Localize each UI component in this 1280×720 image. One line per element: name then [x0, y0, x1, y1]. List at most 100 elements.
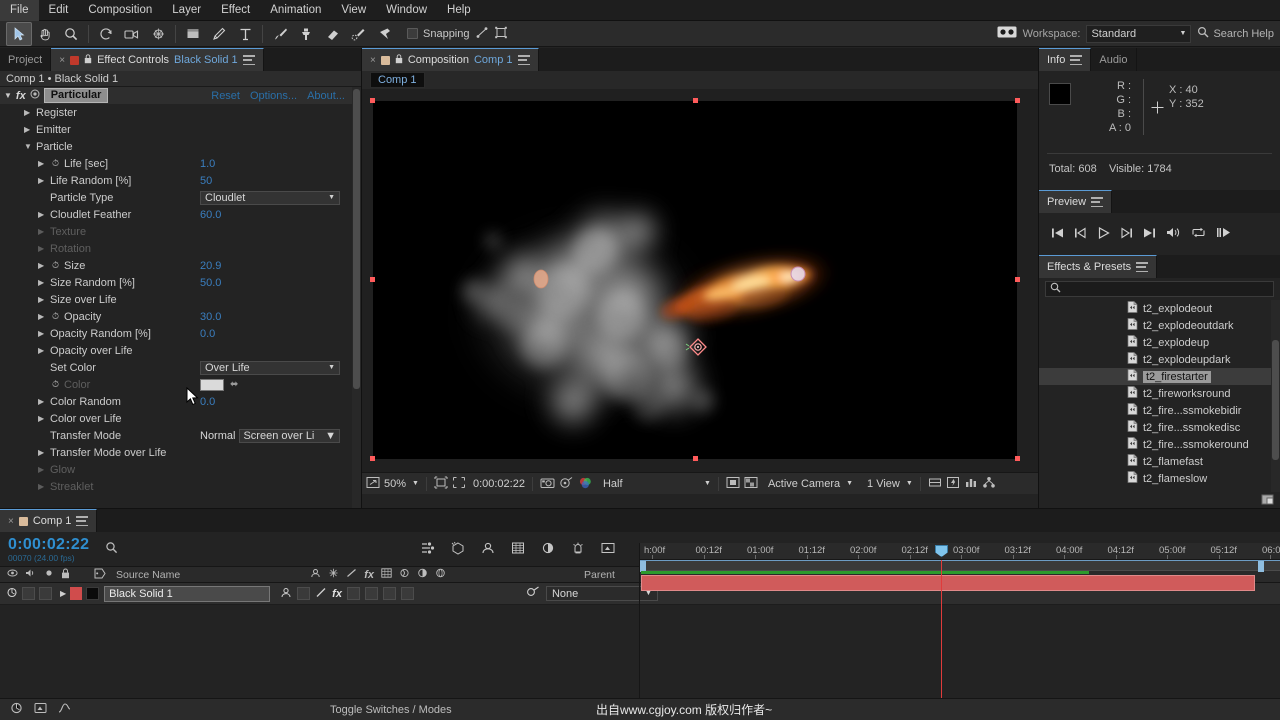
hide-shy-layers-icon[interactable]: [480, 541, 496, 558]
twirl-right-icon[interactable]: ▶: [38, 482, 47, 491]
param-value[interactable]: 60.0: [200, 209, 221, 221]
composition-crumb[interactable]: Comp 1: [370, 72, 425, 88]
param-value[interactable]: 20.9: [200, 260, 221, 272]
selection-tool-icon[interactable]: [6, 21, 32, 46]
effect-param-row[interactable]: ▶ Glow: [0, 461, 361, 478]
tab-project[interactable]: Project: [0, 48, 52, 71]
new-folder-icon[interactable]: [1261, 493, 1274, 508]
pan-behind-tool-icon[interactable]: [145, 22, 171, 46]
twirl-right-icon[interactable]: ▶: [38, 176, 47, 185]
effect-param-row[interactable]: ▶ Rotation: [0, 240, 361, 257]
twirl-right-icon[interactable]: ▶: [38, 465, 47, 474]
stopwatch-icon[interactable]: ⏱: [50, 158, 61, 169]
effects-preset-item[interactable]: t2_fireworksround: [1039, 385, 1280, 402]
effects-presets-search-input[interactable]: [1045, 281, 1274, 297]
tab-effect-controls[interactable]: × Effect Controls Black Solid 1: [51, 48, 264, 71]
effect-param-row[interactable]: ▶ Color Random 0.0: [0, 393, 361, 410]
param-color-swatch[interactable]: [200, 378, 224, 391]
frame-blend-switch-icon[interactable]: [381, 568, 392, 581]
effect-param-row[interactable]: ▶ Register: [0, 104, 361, 121]
effects-preset-item[interactable]: t2_fire...ssmokedisc: [1039, 419, 1280, 436]
param-dropdown[interactable]: Cloudlet ▼: [200, 190, 340, 205]
ram-preview-button[interactable]: [1216, 226, 1231, 242]
panel-menu-icon[interactable]: [242, 55, 255, 65]
menu-item-effect[interactable]: Effect: [211, 0, 260, 21]
audio-toggle-button[interactable]: [1166, 226, 1181, 242]
twirl-right-icon[interactable]: ▶: [38, 210, 47, 219]
tab-timeline-comp[interactable]: × Comp 1: [0, 509, 98, 532]
work-area-bar[interactable]: [640, 560, 1280, 572]
stopwatch-icon[interactable]: ⏱: [50, 379, 61, 390]
layer-collapse-switch[interactable]: [297, 587, 311, 600]
layer-duration-bar[interactable]: [641, 575, 1255, 591]
region-of-interest-icon[interactable]: [434, 476, 448, 492]
close-icon[interactable]: ×: [8, 516, 14, 527]
effect-param-row[interactable]: ▶ ⏱ Size 20.9: [0, 257, 361, 274]
effect-param-row[interactable]: ▶ Streaklet: [0, 478, 361, 495]
effect-param-row[interactable]: Set Color Over Life ▼: [0, 359, 361, 376]
effect-param-row[interactable]: ▶ Size Random [%] 50.0: [0, 274, 361, 291]
composition-mini-flowchart-icon[interactable]: [420, 541, 436, 558]
timeline-ruler[interactable]: h:00f 00:12f 01:00f 01:12f 02:00f 02:12f 03:00…: [640, 543, 1280, 560]
twirl-right-icon[interactable]: ▶: [38, 346, 47, 355]
timeline-current-time[interactable]: 0:00:02:22 00070 (24.00 fps): [0, 536, 89, 563]
camera-select[interactable]: Active Camera ▼: [768, 478, 853, 490]
last-frame-button[interactable]: [1143, 227, 1156, 242]
twirl-right-icon[interactable]: ▶: [38, 261, 47, 270]
column-source-name[interactable]: Source Name: [116, 567, 180, 582]
layer-frameblend-switch[interactable]: [346, 587, 360, 600]
menu-item-help[interactable]: Help: [437, 0, 481, 21]
layer-motionblur-switch[interactable]: [364, 587, 378, 600]
twirl-right-icon[interactable]: ▶: [38, 312, 47, 321]
type-tool-icon[interactable]: [232, 22, 258, 46]
effect-param-row[interactable]: ▶ Transfer Mode over Life: [0, 444, 361, 461]
effect-param-row[interactable]: Transfer Mode Normal Screen over Li ▼: [0, 427, 361, 444]
menu-item-composition[interactable]: Composition: [78, 0, 162, 21]
twirl-right-icon[interactable]: ▶: [38, 227, 47, 236]
tab-effects-presets[interactable]: Effects & Presets: [1039, 255, 1158, 278]
twirl-right-icon[interactable]: ▶: [38, 448, 47, 457]
frame-blending-icon[interactable]: [510, 541, 526, 558]
snapping-control[interactable]: Snapping: [407, 26, 508, 42]
menu-item-animation[interactable]: Animation: [260, 0, 331, 21]
effects-preset-item[interactable]: t2_flamefast: [1039, 453, 1280, 470]
search-help-box[interactable]: Search Help: [1197, 26, 1274, 41]
selection-handle-ml[interactable]: [370, 277, 375, 282]
twirl-right-icon[interactable]: ▶: [24, 108, 33, 117]
twirl-right-icon[interactable]: ▶: [38, 397, 47, 406]
panel-menu-icon[interactable]: [517, 55, 530, 65]
resolution-select[interactable]: Half ▼: [603, 478, 711, 490]
first-frame-button[interactable]: [1051, 227, 1064, 242]
snap-box-icon[interactable]: [494, 26, 508, 42]
layer-fx-switch[interactable]: fx: [332, 588, 342, 600]
eyedropper-icon[interactable]: ⬌: [230, 379, 238, 390]
comp-timecode[interactable]: 0:00:02:22: [473, 478, 525, 490]
selection-handle-tl[interactable]: [370, 98, 375, 103]
panel-menu-icon[interactable]: [1070, 55, 1083, 65]
layer-adjustment-switch[interactable]: [382, 587, 396, 600]
audio-switch-icon[interactable]: [25, 568, 37, 581]
effect-header-particular[interactable]: ▼ fx Particular Reset Options... About..…: [0, 87, 361, 104]
tab-audio[interactable]: Audio: [1091, 48, 1137, 71]
timeline-search-icon[interactable]: [105, 541, 119, 557]
video-switch-icon[interactable]: [7, 568, 18, 581]
effects-preset-item[interactable]: t2_explodeup: [1039, 334, 1280, 351]
eraser-tool-icon[interactable]: [319, 22, 345, 46]
transparency-grid-icon[interactable]: [744, 476, 758, 492]
param-value[interactable]: 30.0: [200, 311, 221, 323]
selection-handle-tc[interactable]: [693, 98, 698, 103]
solo-switch-icon[interactable]: [44, 568, 54, 581]
draft-3d-icon[interactable]: [450, 541, 466, 558]
effects-preset-item[interactable]: t2_flameslow: [1039, 470, 1280, 487]
effect-param-row[interactable]: ▶ Texture: [0, 223, 361, 240]
hand-tool-icon[interactable]: [32, 22, 58, 46]
twirl-right-icon[interactable]: ▶: [38, 244, 47, 253]
layer-name[interactable]: Black Solid 1: [104, 585, 271, 602]
twirl-right-icon[interactable]: ▶: [38, 414, 47, 423]
region-of-interest-toggle-icon[interactable]: [726, 476, 740, 492]
collapse-transformations-icon[interactable]: [328, 568, 339, 581]
zoom-tool-icon[interactable]: [58, 22, 84, 46]
roto-brush-tool-icon[interactable]: [345, 22, 371, 46]
twirl-down-icon[interactable]: ▼: [24, 142, 33, 151]
composition-viewer[interactable]: [362, 89, 1038, 472]
